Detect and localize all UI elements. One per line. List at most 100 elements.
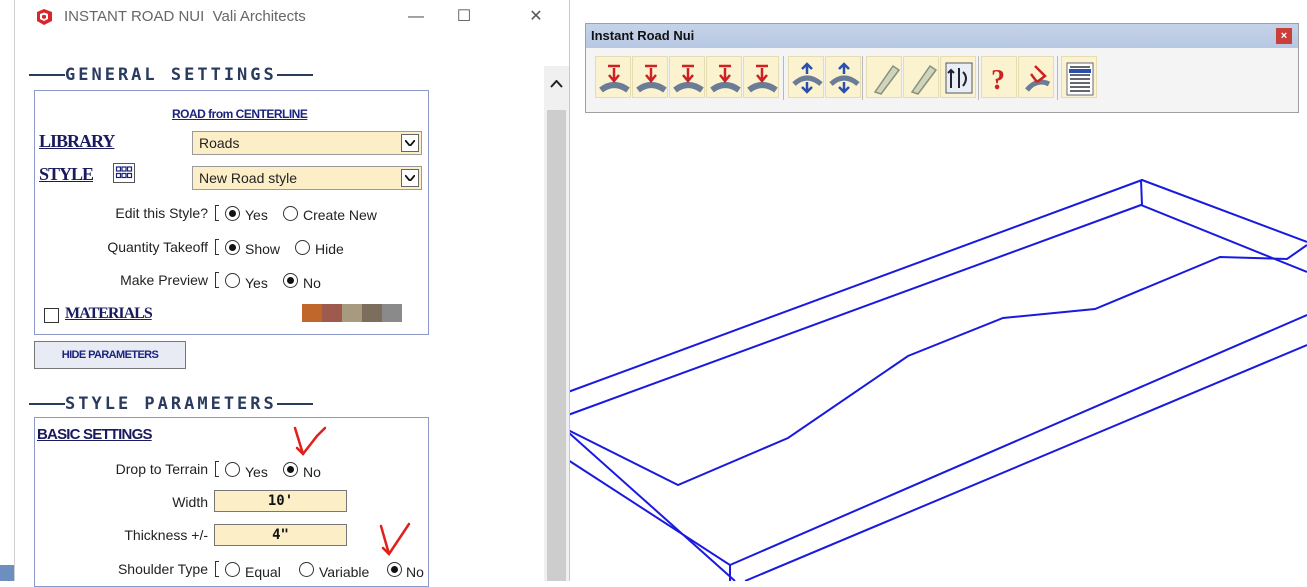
shoulder-equal-label[interactable]: Equal bbox=[245, 564, 281, 580]
drop-terrain-yes-label[interactable]: Yes bbox=[245, 464, 268, 480]
road-edit-icon bbox=[747, 64, 778, 93]
instant-road-dialog: INSTANT ROAD NUI Vali Architects — ☐ ✕ G… bbox=[14, 0, 570, 587]
drop-terrain-label: Drop to Terrain bbox=[115, 461, 208, 477]
sketchup-icon bbox=[37, 9, 52, 25]
menu-list-icon bbox=[1066, 62, 1094, 96]
intersection-button[interactable] bbox=[788, 56, 824, 98]
settings-button[interactable] bbox=[1018, 56, 1054, 98]
crossing-button[interactable] bbox=[825, 56, 861, 98]
edit-style-yes-label[interactable]: Yes bbox=[245, 207, 268, 223]
curb-button[interactable] bbox=[866, 56, 902, 98]
road-from-surface-icon bbox=[673, 64, 704, 93]
thickness-input[interactable]: 4" bbox=[214, 524, 347, 546]
toolbar-separator bbox=[1057, 56, 1058, 100]
help-button[interactable]: ? bbox=[981, 56, 1017, 98]
road-from-edges-button[interactable] bbox=[632, 56, 668, 98]
intersection-icon bbox=[792, 62, 823, 94]
road-from-centerline-button[interactable] bbox=[595, 56, 631, 98]
general-settings-panel: ROAD from CENTERLINE LIBRARY Roads STYLE… bbox=[34, 90, 429, 335]
svg-text:?: ? bbox=[991, 65, 1005, 96]
chevron-down-icon bbox=[401, 169, 419, 187]
style-parameters-text: STYLE PARAMETERS bbox=[65, 394, 277, 414]
road-from-surface-button[interactable] bbox=[669, 56, 705, 98]
quantity-show-label[interactable]: Show bbox=[245, 241, 280, 257]
settings-icon bbox=[1025, 65, 1051, 92]
interchange-icon bbox=[945, 62, 973, 94]
style-value: New Road style bbox=[199, 170, 298, 186]
toolbar-title-bar[interactable]: Instant Road Nui bbox=[586, 24, 1298, 48]
width-label: Width bbox=[172, 494, 208, 510]
dialog-scrollbar[interactable] bbox=[544, 66, 569, 581]
help-icon: ? bbox=[991, 65, 1005, 96]
edit-style-label: Edit this Style? bbox=[115, 205, 208, 221]
general-settings-text: GENERAL SETTINGS bbox=[65, 65, 277, 85]
road-from-edges-icon bbox=[636, 64, 667, 93]
app-title: INSTANT ROAD NUI bbox=[64, 8, 205, 25]
material-swatch-5[interactable] bbox=[382, 304, 402, 322]
materials-label[interactable]: MATERIALS bbox=[65, 305, 153, 323]
drop-terrain-yes-radio[interactable] bbox=[225, 462, 240, 477]
road-from-centerline-icon bbox=[599, 64, 630, 93]
maximize-button[interactable]: ☐ bbox=[441, 4, 487, 30]
thickness-label: Thickness +/- bbox=[124, 527, 208, 543]
crossing-icon bbox=[829, 62, 860, 94]
toolbar-separator bbox=[978, 56, 979, 100]
material-swatch-3[interactable] bbox=[342, 304, 362, 322]
inner-edge-top bbox=[567, 203, 1307, 416]
edit-style-create-new-label[interactable]: Create New bbox=[303, 207, 377, 223]
edit-style-create-new-radio[interactable] bbox=[283, 206, 298, 221]
road-add-button[interactable] bbox=[706, 56, 742, 98]
style-dropdown[interactable]: New Road style bbox=[192, 166, 422, 190]
outer-edge-top bbox=[567, 178, 1307, 393]
library-dropdown[interactable]: Roads bbox=[192, 131, 422, 155]
preview-yes-radio[interactable] bbox=[225, 273, 240, 288]
interchange-button[interactable] bbox=[940, 56, 976, 98]
style-label[interactable]: STYLE bbox=[39, 164, 94, 185]
quantity-takeoff-label: Quantity Takeoff bbox=[107, 239, 208, 255]
quantity-show-radio[interactable] bbox=[225, 240, 240, 255]
curb-edit-button[interactable] bbox=[903, 56, 939, 98]
preview-no-label[interactable]: No bbox=[303, 275, 321, 291]
scrollbar-thumb[interactable] bbox=[547, 110, 566, 581]
material-swatch-4[interactable] bbox=[362, 304, 382, 322]
width-input[interactable]: 10' bbox=[214, 490, 347, 512]
grid-icon bbox=[115, 166, 133, 179]
make-preview-label: Make Preview bbox=[120, 272, 208, 288]
instant-road-toolbar: Instant Road Nui × ? bbox=[585, 23, 1299, 113]
road-edit-button[interactable] bbox=[743, 56, 779, 98]
style-parameters-heading: STYLE PARAMETERS bbox=[29, 394, 313, 414]
materials-checkbox[interactable] bbox=[44, 308, 59, 323]
menu-list-button[interactable] bbox=[1061, 56, 1097, 98]
title-bar[interactable]: INSTANT ROAD NUI Vali Architects — ☐ ✕ bbox=[15, 0, 569, 34]
edit-style-yes-radio[interactable] bbox=[225, 206, 240, 221]
road-from-centerline-caption: ROAD from CENTERLINE bbox=[172, 107, 308, 121]
shoulder-type-label: Shoulder Type bbox=[117, 561, 208, 577]
shoulder-equal-radio[interactable] bbox=[225, 562, 240, 577]
material-swatch-2[interactable] bbox=[322, 304, 342, 322]
bottom-edge-2 bbox=[567, 459, 731, 581]
chevron-up-icon[interactable] bbox=[550, 80, 563, 88]
preview-yes-label[interactable]: Yes bbox=[245, 275, 268, 291]
material-swatch-1[interactable] bbox=[302, 304, 322, 322]
preview-no-radio[interactable] bbox=[283, 273, 298, 288]
style-grid-button[interactable] bbox=[113, 163, 135, 183]
library-label[interactable]: LIBRARY bbox=[39, 131, 115, 152]
curb-edit-icon bbox=[910, 64, 938, 95]
toolbar-separator bbox=[862, 56, 863, 100]
hide-parameters-button[interactable]: HIDE PARAMETERS bbox=[34, 341, 186, 369]
road-add-icon bbox=[710, 64, 741, 93]
basic-settings-label: BASIC SETTINGS bbox=[37, 426, 152, 443]
close-button[interactable]: ✕ bbox=[513, 4, 559, 30]
annotation-check-mark-2 bbox=[379, 522, 411, 556]
quantity-hide-label[interactable]: Hide bbox=[315, 241, 344, 257]
style-parameters-panel: BASIC SETTINGS Drop to Terrain Yes No Wi… bbox=[34, 417, 429, 587]
shoulder-variable-radio[interactable] bbox=[299, 562, 314, 577]
curb-icon bbox=[873, 64, 901, 95]
bottom-edge-1 bbox=[567, 431, 736, 581]
quantity-hide-radio[interactable] bbox=[295, 240, 310, 255]
minimize-button[interactable]: — bbox=[393, 4, 439, 30]
bottom-edge-4 bbox=[744, 344, 1307, 581]
annotation-check-mark-1 bbox=[293, 426, 327, 456]
shoulder-variable-label[interactable]: Variable bbox=[319, 564, 369, 580]
toolbar-close-button[interactable]: × bbox=[1276, 28, 1292, 44]
